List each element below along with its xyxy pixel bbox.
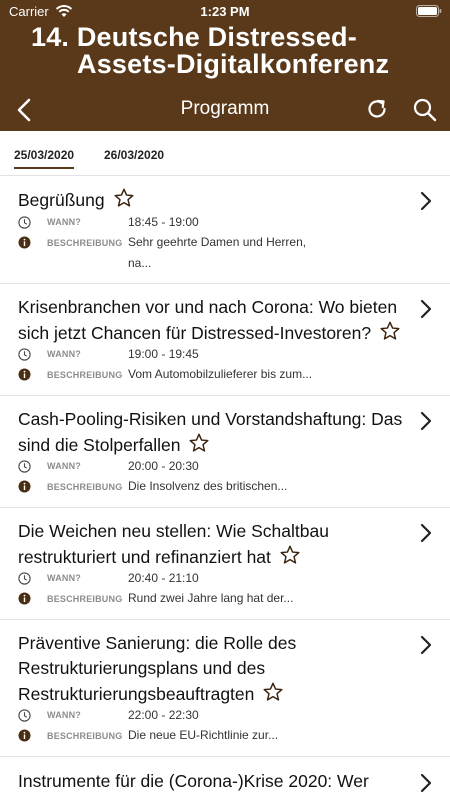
chevron-right-icon (420, 523, 432, 543)
session-title: Krisenbranchen vor und nach Corona: Wo b… (18, 295, 410, 346)
time-value: 19:00 - 19:45 (128, 347, 199, 361)
star-outline-icon[interactable] (113, 187, 135, 209)
session-item[interactable]: Cash-Pooling-Risiken und Vorstandshaftun… (0, 396, 450, 508)
description-value: Sehr geehrte Damen und Herren, na... (128, 235, 307, 270)
search-icon[interactable] (412, 97, 438, 123)
star-outline-icon[interactable] (262, 681, 284, 703)
session-title: Begrüßung (18, 187, 410, 213)
description-label: BESCHREIBUNG (47, 482, 123, 492)
description-label: BESCHREIBUNG (47, 238, 123, 248)
chevron-right-icon (420, 411, 432, 431)
time-row: WANN? 18:45 - 19:00 (18, 216, 418, 232)
clock-icon (18, 460, 31, 473)
description-label: BESCHREIBUNG (47, 594, 123, 604)
time-label: WANN? (47, 573, 81, 583)
time-label: WANN? (47, 461, 81, 471)
chevron-right-icon (420, 299, 432, 319)
status-bar: Carrier 1:23 PM (0, 0, 450, 24)
time-value: 22:00 - 22:30 (128, 708, 199, 722)
session-item[interactable]: Krisenbranchen vor und nach Corona: Wo b… (0, 284, 450, 396)
description-row: BESCHREIBUNG Vom Automobilzulieferer bis… (18, 367, 418, 384)
info-icon (18, 592, 31, 605)
session-title: Präventive Sanierung: die Rolle des Rest… (18, 633, 297, 704)
star-outline-icon[interactable] (188, 432, 210, 454)
date-tabs: 25/03/2020 26/03/2020 (0, 131, 450, 176)
time-row: WANN? 20:00 - 20:30 (18, 460, 418, 476)
time-row: WANN? 20:40 - 21:10 (18, 572, 418, 588)
description-label: BESCHREIBUNG (47, 370, 123, 380)
session-title: Die Weichen neu stellen: Wie Schaltbau r… (18, 521, 329, 567)
session-item[interactable]: Präventive Sanierung: die Rolle des Rest… (0, 620, 450, 757)
chevron-right-icon (420, 635, 432, 655)
info-icon (18, 729, 31, 742)
session-item[interactable]: Die Weichen neu stellen: Wie Schaltbau r… (0, 508, 450, 620)
conference-title-line2: Assets-Digitalkonferenz (77, 49, 390, 79)
session-title: Instrumente für die (Corona-)Krise 2020:… (18, 771, 369, 791)
clock-icon (18, 709, 31, 722)
time-label: WANN? (47, 349, 81, 359)
description-label: BESCHREIBUNG (47, 731, 123, 741)
description-row: BESCHREIBUNG Die Insolvenz des britische… (18, 479, 418, 496)
description-value: Rund zwei Jahre lang hat der... (128, 591, 294, 605)
time-label: WANN? (47, 217, 81, 227)
session-title: Cash-Pooling-Risiken und Vorstandshaftun… (18, 409, 403, 455)
time-row: WANN? 22:00 - 22:30 (18, 709, 418, 725)
info-icon (18, 480, 31, 493)
conference-title-line1: 14. Deutsche Distressed- (31, 22, 357, 52)
clock-icon (18, 572, 31, 585)
description-value: Vom Automobilzulieferer bis zum... (128, 367, 313, 381)
time-value: 20:00 - 20:30 (128, 459, 199, 473)
description-row: BESCHREIBUNG Die neue EU-Richtlinie zur.… (18, 728, 418, 745)
session-item[interactable]: Begrüßung WANN? 18:45 - 19:00 BESCHREIBU… (0, 176, 450, 284)
battery-icon (416, 5, 442, 17)
tab-date-2[interactable]: 26/03/2020 (104, 148, 164, 162)
chevron-right-icon (420, 191, 432, 211)
refresh-icon[interactable] (365, 97, 389, 121)
conference-title: 14. Deutsche Distressed- Assets-Digitalk… (31, 24, 441, 78)
app-header: Carrier 1:23 PM 14. Deutsche Distressed-… (0, 0, 450, 131)
clock-icon (18, 348, 31, 361)
session-item[interactable]: Instrumente für die (Corona-)Krise 2020:… (0, 757, 450, 800)
time-label: WANN? (47, 710, 81, 720)
description-value: Die Insolvenz des britischen... (128, 479, 288, 493)
description-value: Die neue EU-Richtlinie zur... (128, 728, 279, 742)
tab-date-1[interactable]: 25/03/2020 (14, 148, 75, 169)
info-icon (18, 236, 31, 249)
clock-icon (18, 216, 31, 229)
description-row: BESCHREIBUNG Sehr geehrte Damen und Herr… (18, 235, 418, 270)
description-row: BESCHREIBUNG Rund zwei Jahre lang hat de… (18, 591, 418, 608)
star-outline-icon[interactable] (279, 544, 301, 566)
chevron-right-icon (420, 773, 432, 793)
star-outline-icon[interactable] (379, 320, 401, 342)
info-icon (18, 368, 31, 381)
time-value: 20:40 - 21:10 (128, 571, 199, 585)
time-value: 18:45 - 19:00 (128, 215, 199, 229)
time-row: WANN? 19:00 - 19:45 (18, 348, 418, 364)
status-time: 1:23 PM (200, 4, 250, 19)
